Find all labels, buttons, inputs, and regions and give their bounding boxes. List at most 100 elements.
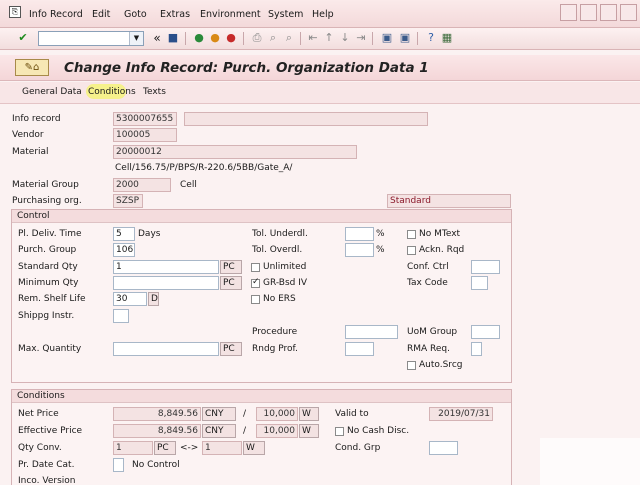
no-mtext-checkbox[interactable] xyxy=(407,230,416,239)
tax-code-field[interactable] xyxy=(471,276,488,290)
display-change-icon[interactable]: ✎⌂ xyxy=(15,59,49,76)
tab-conditions[interactable]: Conditions xyxy=(88,87,136,97)
last-page-icon[interactable]: ⇥ xyxy=(354,31,368,45)
material-field: 20000012 xyxy=(113,145,357,159)
max-quantity-field[interactable] xyxy=(113,342,219,356)
new-session-icon[interactable]: ▣ xyxy=(380,31,394,45)
uom-group-field[interactable] xyxy=(471,325,500,339)
shippg-instr-field[interactable] xyxy=(113,309,129,323)
no-cash-disc-label: No Cash Disc. xyxy=(347,426,410,436)
effective-price-uom: W xyxy=(299,424,319,438)
purch-group-field[interactable]: 106 xyxy=(113,243,135,257)
previous-page-icon[interactable]: ↑ xyxy=(322,31,336,45)
cancel-icon[interactable]: ● xyxy=(224,31,238,45)
menu-system[interactable]: System xyxy=(268,9,303,20)
enter-icon[interactable]: ✔ xyxy=(16,31,30,45)
qty-conv-from-field: 1 xyxy=(113,441,153,455)
minimum-qty-field[interactable] xyxy=(113,276,219,290)
net-price-label: Net Price xyxy=(18,409,59,419)
app-menu-icon[interactable]: ⎘ xyxy=(9,6,21,18)
tab-general-data[interactable]: General Data xyxy=(22,87,82,97)
menu-extras[interactable]: Extras xyxy=(160,9,190,20)
control-group-header: Control xyxy=(12,210,511,223)
material-group-label: Material Group xyxy=(12,180,79,190)
no-cash-disc-checkbox[interactable] xyxy=(335,427,344,436)
maximize-icon[interactable] xyxy=(600,4,617,21)
tol-overdl-field[interactable] xyxy=(345,243,374,257)
conf-ctrl-field[interactable] xyxy=(471,260,500,274)
window-menu-icon[interactable] xyxy=(560,4,577,21)
info-category-field: Standard xyxy=(387,194,511,208)
max-quantity-label: Max. Quantity xyxy=(18,344,82,354)
standard-qty-field[interactable]: 1 xyxy=(113,260,219,274)
qty-conv-to-unit: W xyxy=(243,441,265,455)
cond-grp-label: Cond. Grp xyxy=(335,443,381,453)
control-group-title: Control xyxy=(17,211,50,221)
standard-qty-label: Standard Qty xyxy=(18,262,78,272)
save-icon[interactable]: ■ xyxy=(166,31,180,45)
rndg-prof-field[interactable] xyxy=(345,342,374,356)
pr-date-cat-field[interactable] xyxy=(113,458,124,472)
conditions-group-title: Conditions xyxy=(17,391,65,401)
no-ers-label: No ERS xyxy=(263,294,296,304)
find-icon[interactable]: ⌕ xyxy=(266,31,280,45)
days-label: Days xyxy=(138,229,161,239)
vendor-label: Vendor xyxy=(12,130,44,140)
tab-texts[interactable]: Texts xyxy=(143,87,166,97)
effective-price-field: 8,849.56 xyxy=(113,424,201,438)
pr-date-cat-label: Pr. Date Cat. xyxy=(18,460,75,470)
shippg-instr-label: Shippg Instr. xyxy=(18,311,75,321)
page-title: Change Info Record: Purch. Organization … xyxy=(64,60,429,76)
menu-help[interactable]: Help xyxy=(312,9,334,20)
info-record-description xyxy=(184,112,428,126)
menu-info-record[interactable]: Info Record xyxy=(29,9,83,20)
next-page-icon[interactable]: ↓ xyxy=(338,31,352,45)
title-bar: ✎⌂ Change Info Record: Purch. Organizati… xyxy=(0,55,640,81)
uom-group-label: UoM Group xyxy=(407,327,458,337)
rem-shelf-life-label: Rem. Shelf Life xyxy=(18,294,86,304)
layout-menu-icon[interactable]: ▦ xyxy=(440,31,454,45)
pl-deliv-time-field[interactable]: 5 xyxy=(113,227,135,241)
exit-icon[interactable]: ● xyxy=(208,31,222,45)
minimize-icon[interactable] xyxy=(580,4,597,21)
rem-shelf-life-field[interactable]: 30 xyxy=(113,292,147,306)
ackn-rqd-checkbox[interactable] xyxy=(407,246,416,255)
procedure-field[interactable] xyxy=(345,325,398,339)
rma-req-field[interactable] xyxy=(471,342,482,356)
conf-ctrl-label: Conf. Ctrl xyxy=(407,262,449,272)
shortcut-icon[interactable]: ▣ xyxy=(398,31,412,45)
auto-srcg-checkbox[interactable] xyxy=(407,361,416,370)
close-icon[interactable] xyxy=(620,4,637,21)
menu-environment[interactable]: Environment xyxy=(200,9,261,20)
help-icon[interactable]: ? xyxy=(424,31,438,45)
ackn-rqd-label: Ackn. Rqd xyxy=(419,245,465,255)
tol-underdl-field[interactable] xyxy=(345,227,374,241)
inco-version-label: Inco. Version xyxy=(18,476,76,485)
standard-toolbar: ✔ ▼ « ■ ● ● ● ⎙ ⌕ ⌕ ⇤ ↑ ↓ ⇥ ▣ ▣ ? ▦ xyxy=(0,28,640,50)
material-group-description: Cell xyxy=(180,180,197,190)
tax-code-label: Tax Code xyxy=(407,278,448,288)
menu-goto[interactable]: Goto xyxy=(124,9,147,20)
unlimited-checkbox[interactable] xyxy=(251,263,260,272)
cond-grp-field[interactable] xyxy=(429,441,458,455)
effective-price-label: Effective Price xyxy=(18,426,83,436)
toolbar-separator xyxy=(185,32,186,45)
back-icon[interactable]: ● xyxy=(192,31,206,45)
print-icon[interactable]: ⎙ xyxy=(250,31,264,45)
tol-underdl-label: Tol. Underdl. xyxy=(252,229,308,239)
history-back-icon[interactable]: « xyxy=(150,31,164,45)
effective-price-currency: CNY xyxy=(202,424,236,438)
toolbar-separator xyxy=(243,32,244,45)
chevron-down-icon[interactable]: ▼ xyxy=(129,32,143,45)
command-field[interactable]: ▼ xyxy=(38,31,144,46)
menu-edit[interactable]: Edit xyxy=(92,9,110,20)
first-page-icon[interactable]: ⇤ xyxy=(306,31,320,45)
purchasing-org-label: Purchasing org. xyxy=(12,196,82,206)
net-price-uom: W xyxy=(299,407,319,421)
gr-bsd-iv-checkbox[interactable] xyxy=(251,277,260,288)
tol-overdl-percent: % xyxy=(376,245,385,255)
find-next-icon[interactable]: ⌕ xyxy=(282,31,296,45)
toolbar-separator xyxy=(300,32,301,45)
vendor-field: 100005 xyxy=(113,128,177,142)
no-ers-checkbox[interactable] xyxy=(251,295,260,304)
